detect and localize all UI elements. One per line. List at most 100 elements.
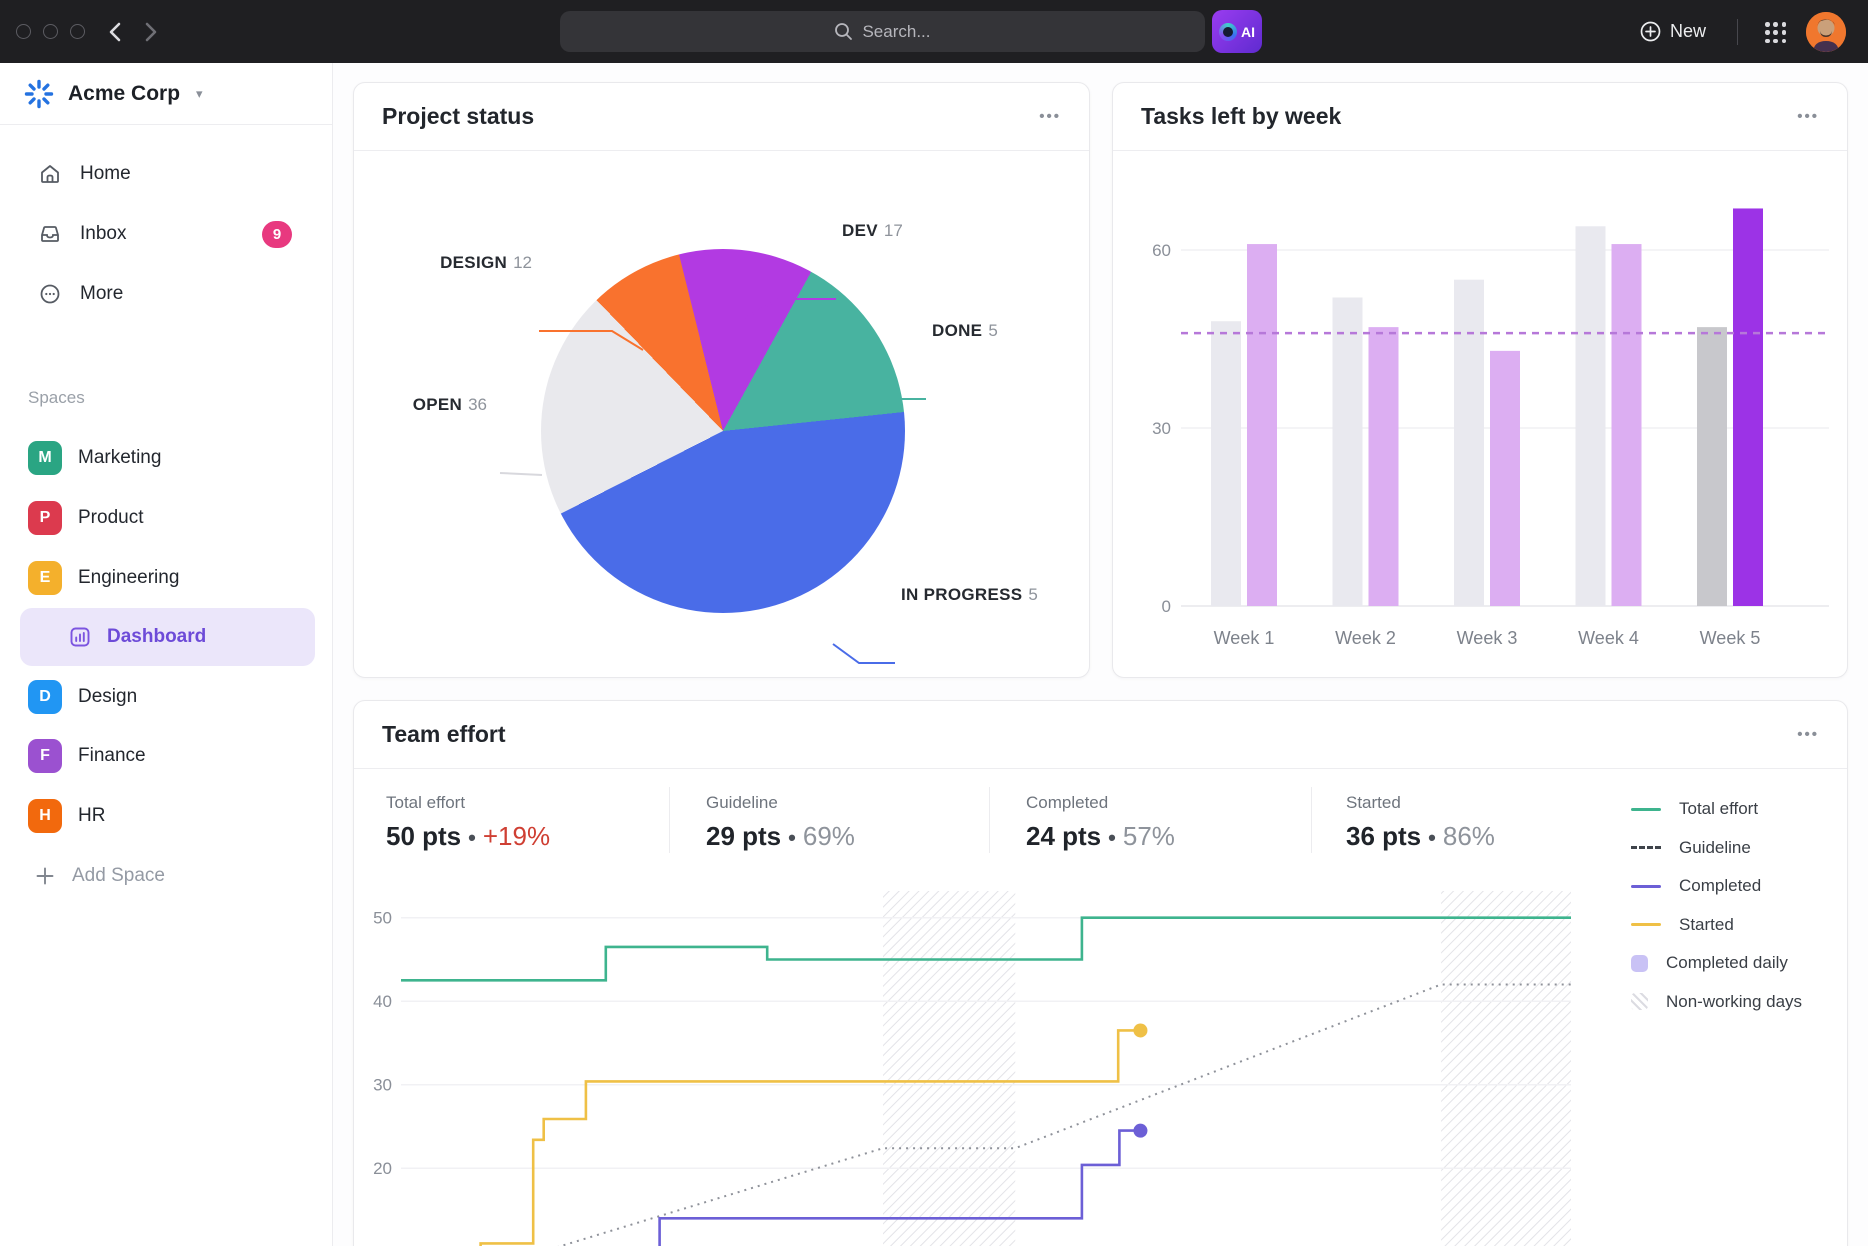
svg-text:20: 20 [373,1159,392,1178]
svg-text:Week 1: Week 1 [1214,628,1275,648]
svg-text:30: 30 [1152,419,1171,438]
project-status-card: Project status ••• DEV17 DONE5 IN PROGRE… [353,82,1090,678]
space-name: Engineering [78,567,179,589]
sidebar-item-label: Home [80,163,131,185]
svg-text:Week 4: Week 4 [1578,628,1639,648]
sidebar-item-label: More [80,283,123,305]
sidebar-item-home[interactable]: Home [12,150,321,198]
dashboard-app: Search... AI New [0,0,1868,1246]
legend-hatch-swatch [1631,993,1648,1010]
space-avatar: F [28,739,62,773]
team-effort-step-chart[interactable]: 50 40 30 20 [354,891,1594,1246]
stat-divider [989,787,990,853]
team-effort-stats: Total effort 50 pts•+19% Guideline 29 pt… [354,765,1847,875]
space-name: HR [78,805,105,827]
sidebar-item-more[interactable]: More [12,270,321,318]
add-space-button[interactable]: Add Space [12,852,321,900]
card-title: Team effort [382,721,506,748]
window-controls[interactable] [16,0,85,63]
sidebar-item-inbox[interactable]: Inbox 9 [12,210,321,258]
pie-label-in-progress: IN PROGRESS5 [901,585,1038,605]
space-name: Product [78,507,143,529]
ai-button[interactable]: AI [1212,10,1262,53]
pie-label-done: DONE5 [932,321,998,341]
card-menu-button[interactable]: ••• [1039,108,1061,125]
legend-total-effort: Total effort [1631,797,1802,821]
svg-text:30: 30 [373,1076,392,1095]
stat-divider [669,787,670,853]
dashboard-chart-icon [68,625,92,649]
avatar-photo [1806,12,1846,52]
window-close-icon[interactable] [16,24,31,39]
card-menu-button[interactable]: ••• [1797,726,1819,743]
search-placeholder: Search... [862,22,930,42]
legend-square-swatch [1631,955,1648,972]
tasks-bar-chart[interactable]: 60300Week 1Week 2Week 3Week 4Week 5 [1113,151,1847,678]
window-minimize-icon[interactable] [43,24,58,39]
topbar-divider [1737,19,1738,45]
inbox-icon [38,222,62,246]
app-grid-icon[interactable] [1765,22,1787,44]
sidebar-space-hr[interactable]: H HR [12,791,321,841]
sidebar: Acme Corp ▾ Home Inbox 9 More Spaces M M… [0,63,333,1246]
user-avatar[interactable] [1806,12,1846,52]
sidebar-space-engineering[interactable]: E Engineering [12,553,321,603]
space-avatar: H [28,799,62,833]
topbar: Search... AI New [0,0,1868,63]
sidebar-space-product[interactable]: P Product [12,493,321,543]
svg-text:50: 50 [373,909,392,928]
stat-total-effort: Total effort 50 pts•+19% [386,793,550,852]
sidebar-space-marketing[interactable]: M Marketing [12,433,321,483]
spaces-section-label: Spaces [28,388,85,408]
search-input[interactable]: Search... [560,11,1205,52]
project-status-pie-chart[interactable]: DEV17 DONE5 IN PROGRESS5 OPEN36 DESIGN12 [354,151,1089,677]
workspace-switcher[interactable]: Acme Corp ▾ [0,63,332,125]
dashboard-label: Dashboard [107,626,206,648]
pie-label-dev: DEV17 [842,221,903,241]
ai-logo-icon [1219,23,1237,41]
inbox-badge: 9 [262,221,292,248]
stat-divider [1311,787,1312,853]
team-effort-legend: Total effort Guideline Completed Started… [1631,797,1802,1014]
svg-text:60: 60 [1152,241,1171,260]
add-space-label: Add Space [72,865,165,887]
legend-line-swatch [1631,808,1661,811]
sidebar-space-design[interactable]: D Design [12,672,321,722]
card-title: Project status [382,103,534,130]
plus-circle-icon [1640,21,1661,42]
sidebar-item-label: Inbox [80,223,126,245]
space-avatar: E [28,561,62,595]
legend-dashed-swatch [1631,846,1661,849]
home-icon [38,162,62,186]
pie-chart-circle[interactable] [541,249,905,613]
svg-text:0: 0 [1162,597,1171,616]
workspace-name: Acme Corp [68,82,180,106]
legend-guideline: Guideline [1631,836,1802,860]
space-name: Design [78,686,137,708]
new-button[interactable]: New [1640,0,1706,63]
stat-started: Started 36 pts•86% [1346,793,1495,852]
stat-guideline: Guideline 29 pts•69% [706,793,855,852]
card-title: Tasks left by week [1141,103,1341,130]
legend-completed: Completed [1631,874,1802,898]
space-avatar: D [28,680,62,714]
pie-label-design: DESIGN12 [354,253,532,273]
svg-text:40: 40 [373,992,392,1011]
workspace-logo-icon [24,79,54,109]
ai-label: AI [1241,24,1255,40]
legend-line-swatch [1631,923,1661,926]
sidebar-item-dashboard-active[interactable]: Dashboard [20,608,315,666]
space-name: Marketing [78,447,161,469]
legend-line-swatch [1631,885,1661,888]
space-name: Finance [78,745,146,767]
legend-completed-daily: Completed daily [1631,951,1802,975]
legend-started: Started [1631,913,1802,937]
forward-arrow-icon[interactable] [145,22,158,42]
back-arrow-icon[interactable] [108,22,121,42]
space-avatar: P [28,501,62,535]
pie-label-open: OPEN36 [354,395,487,415]
card-menu-button[interactable]: ••• [1797,108,1819,125]
window-zoom-icon[interactable] [70,24,85,39]
tasks-by-week-card: Tasks left by week ••• 60300Week 1Week 2… [1112,82,1848,678]
sidebar-space-finance[interactable]: F Finance [12,731,321,781]
